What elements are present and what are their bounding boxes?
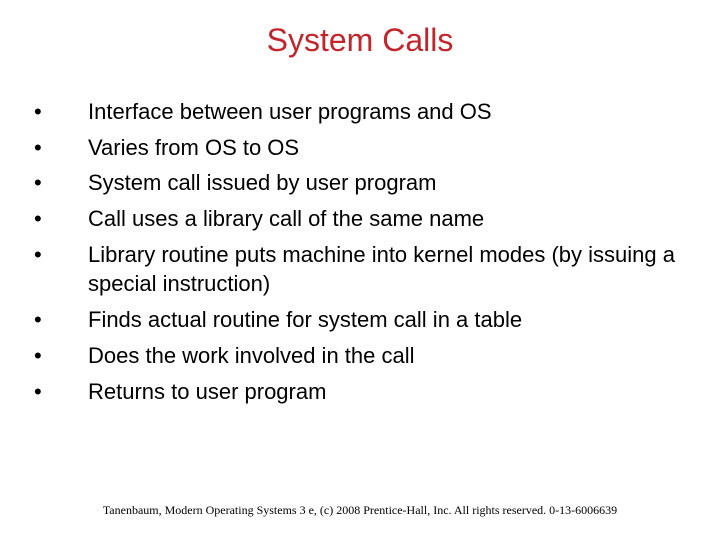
bullet-text: Library routine puts machine into kernel… (88, 240, 690, 299)
bullet-text: System call issued by user program (88, 168, 690, 198)
bullet-icon: • (30, 240, 88, 270)
bullet-text: Interface between user programs and OS (88, 97, 690, 127)
bullet-list: • Interface between user programs and OS… (0, 69, 720, 406)
bullet-icon: • (30, 133, 88, 163)
bullet-icon: • (30, 305, 88, 335)
list-item: • Call uses a library call of the same n… (30, 204, 690, 234)
footer-citation: Tanenbaum, Modern Operating Systems 3 e,… (0, 503, 720, 518)
bullet-text: Finds actual routine for system call in … (88, 305, 690, 335)
bullet-text: Call uses a library call of the same nam… (88, 204, 690, 234)
list-item: • Varies from OS to OS (30, 133, 690, 163)
bullet-icon: • (30, 97, 88, 127)
list-item: • System call issued by user program (30, 168, 690, 198)
slide-title: System Calls (0, 0, 720, 69)
list-item: • Interface between user programs and OS (30, 97, 690, 127)
bullet-text: Varies from OS to OS (88, 133, 690, 163)
bullet-text: Returns to user program (88, 377, 690, 407)
list-item: • Returns to user program (30, 377, 690, 407)
bullet-text: Does the work involved in the call (88, 341, 690, 371)
bullet-icon: • (30, 377, 88, 407)
list-item: • Does the work involved in the call (30, 341, 690, 371)
bullet-icon: • (30, 168, 88, 198)
bullet-icon: • (30, 341, 88, 371)
bullet-icon: • (30, 204, 88, 234)
list-item: • Finds actual routine for system call i… (30, 305, 690, 335)
list-item: • Library routine puts machine into kern… (30, 240, 690, 299)
